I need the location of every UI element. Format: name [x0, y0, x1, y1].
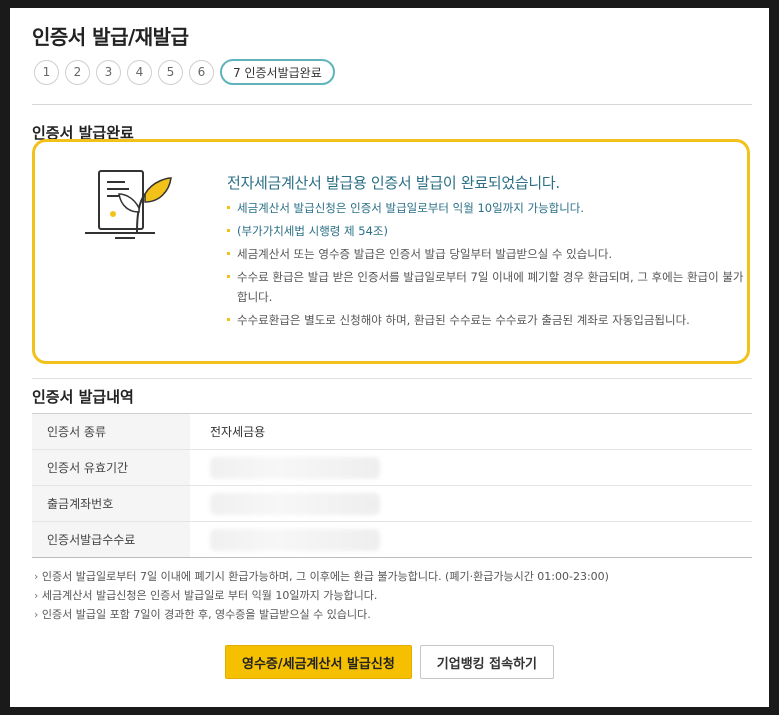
row-label: 인증서 유효기간: [32, 449, 190, 486]
note-item: (부가가치세법 시행령 제 54조): [225, 221, 750, 241]
note-item: 수수료 환급은 발급 받은 인증서를 발급일로부터 7일 이내에 폐기할 경우 …: [225, 267, 750, 307]
note-item: 세금계산서 또는 영수증 발급은 인증서 발급 당일부터 발급받으실 수 있습니…: [225, 244, 750, 264]
note-item: 수수료환급은 별도로 신청해야 하며, 환급된 수수료는 수수료가 출금된 계좌…: [225, 310, 750, 330]
step-1: 1: [34, 59, 59, 85]
footnote-item: 인증서 발급일로부터 7일 이내에 폐기시 환급가능하며, 그 이후에는 환급 …: [34, 567, 609, 586]
complete-notes: 세금계산서 발급신청은 인증서 발급일로부터 익월 10일까지 가능합니다. (…: [225, 198, 750, 333]
redacted-value: [210, 528, 380, 551]
complete-message-box: 전자세금계산서 발급용 인증서 발급이 완료되었습니다. 세금계산서 발급신청은…: [32, 139, 750, 364]
page-title: 인증서 발급/재발급: [32, 25, 189, 49]
step-5: 5: [158, 59, 183, 85]
step-4: 4: [127, 59, 152, 85]
row-label: 인증서 종류: [32, 413, 190, 450]
table-row: 출금계좌번호: [32, 485, 752, 522]
row-value-redacted: [190, 522, 752, 558]
step-6: 6: [189, 59, 214, 85]
row-value-redacted: [190, 486, 752, 522]
redacted-value: [210, 492, 380, 515]
table-row: 인증서 유효기간: [32, 449, 752, 486]
issuance-history-table: 인증서 종류 전자세금용 인증서 유효기간 출금계좌번호 인증서발급수수료: [32, 413, 752, 558]
main-window: 인증서 발급/재발급 1 2 3 4 5 6 7 인증서발급완료 인증서 발급완…: [10, 8, 769, 707]
step-3: 3: [96, 59, 121, 85]
history-section-title: 인증서 발급내역: [32, 388, 134, 406]
button-area: 영수증/세금계산서 발급신청 기업뱅킹 접속하기: [10, 645, 769, 679]
note-item: 세금계산서 발급신청은 인증서 발급일로부터 익월 10일까지 가능합니다.: [225, 198, 750, 218]
footnotes: 인증서 발급일로부터 7일 이내에 폐기시 환급가능하며, 그 이후에는 환급 …: [34, 567, 609, 624]
step-7-active: 7 인증서발급완료: [220, 59, 335, 85]
redacted-value: [210, 456, 380, 479]
divider: [32, 104, 752, 105]
table-row: 인증서발급수수료: [32, 521, 752, 558]
row-value-redacted: [190, 450, 752, 486]
divider: [32, 378, 752, 379]
step-2: 2: [65, 59, 90, 85]
footnote-item: 세금계산서 발급신청은 인증서 발급일로 부터 익월 10일까지 가능합니다.: [34, 586, 609, 605]
footnote-item: 인증서 발급일 포함 7일이 경과한 후, 영수증을 발급받으실 수 있습니다.: [34, 605, 609, 624]
table-row: 인증서 종류 전자세금용: [32, 413, 752, 450]
row-value: 전자세금용: [210, 425, 266, 439]
issue-receipt-button[interactable]: 영수증/세금계산서 발급신청: [224, 645, 412, 679]
certificate-document-icon: [85, 170, 172, 239]
row-label: 인증서발급수수료: [32, 521, 190, 558]
step-indicator: 1 2 3 4 5 6 7 인증서발급완료: [34, 59, 341, 85]
complete-headline: 전자세금계산서 발급용 인증서 발급이 완료되었습니다.: [227, 174, 560, 192]
corporate-banking-button[interactable]: 기업뱅킹 접속하기: [419, 645, 554, 679]
row-label: 출금계좌번호: [32, 485, 190, 522]
